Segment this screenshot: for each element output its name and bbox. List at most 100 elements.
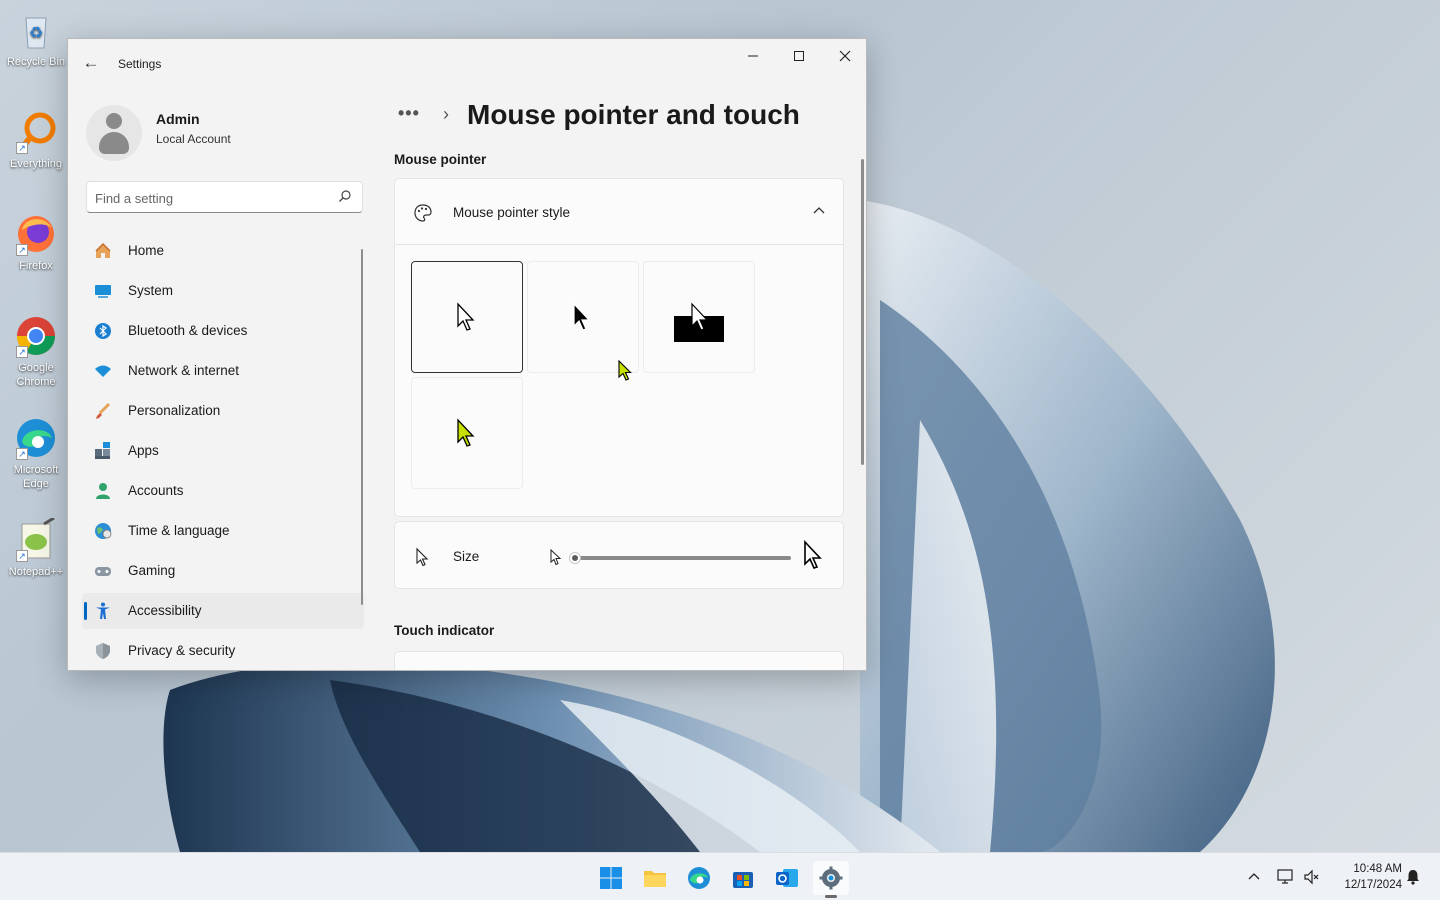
firefox-icon: ↗ bbox=[14, 212, 58, 256]
desktop-icon-edge[interactable]: ↗ Microsoft Edge bbox=[4, 416, 68, 491]
settings-window: ← Settings Admin Local Account Home Syst… bbox=[67, 38, 867, 671]
sidebar-item-label: Personalization bbox=[128, 403, 221, 418]
svg-text:♻: ♻ bbox=[29, 23, 43, 42]
network-icon[interactable] bbox=[1276, 867, 1296, 887]
recycle-bin-icon: ♻ bbox=[14, 8, 58, 52]
edge-icon: ↗ bbox=[14, 416, 58, 460]
taskbar-start-button[interactable] bbox=[593, 861, 629, 895]
page-title: Mouse pointer and touch bbox=[467, 99, 800, 130]
palette-icon bbox=[414, 204, 432, 222]
sidebar-item-label: Gaming bbox=[128, 563, 176, 578]
volume-muted-icon[interactable] bbox=[1302, 867, 1322, 887]
desktop-icon-recycle-bin[interactable]: ♻ Recycle Bin bbox=[4, 8, 68, 69]
minimize-button[interactable] bbox=[730, 39, 776, 73]
avatar bbox=[86, 105, 142, 161]
gamepad-icon bbox=[95, 567, 111, 576]
taskbar-outlook[interactable] bbox=[769, 861, 805, 895]
title-bar: ← Settings bbox=[68, 39, 866, 87]
taskbar-file-explorer[interactable] bbox=[637, 861, 673, 895]
desktop-icon-everything[interactable]: ↗ Everything bbox=[4, 110, 68, 171]
maximize-icon bbox=[794, 51, 804, 61]
slider-thumb[interactable] bbox=[569, 552, 581, 564]
desktop-icon-firefox[interactable]: ↗ Firefox bbox=[4, 212, 68, 273]
windows-start-icon bbox=[600, 867, 622, 889]
pointer-size-card: Size bbox=[394, 521, 844, 589]
pointer-size-slider[interactable] bbox=[569, 552, 791, 564]
store-icon bbox=[733, 872, 753, 888]
minimize-icon bbox=[748, 55, 758, 57]
sidebar-item-accessibility[interactable]: Accessibility bbox=[82, 593, 364, 629]
large-cursor-icon bbox=[804, 540, 822, 569]
sidebar-item-time-language[interactable]: Time & language bbox=[82, 513, 364, 549]
sidebar-item-network[interactable]: Network & internet bbox=[82, 353, 364, 389]
sidebar-item-system[interactable]: System bbox=[82, 273, 364, 309]
mouse-cursor-icon bbox=[618, 360, 632, 381]
desktop-icon-label: Recycle Bin bbox=[6, 56, 66, 68]
mouse-pointer-style-card: Mouse pointer style bbox=[394, 178, 844, 517]
pointer-style-black[interactable] bbox=[527, 261, 639, 373]
desktop-icon-chrome[interactable]: ↗ Google Chrome bbox=[4, 314, 68, 389]
black-cursor-icon bbox=[573, 302, 591, 331]
everything-icon: ↗ bbox=[14, 110, 58, 154]
notification-bell-icon[interactable] bbox=[1403, 867, 1423, 887]
desktop-icon-label: Notepad++ bbox=[8, 566, 64, 578]
system-icon bbox=[95, 285, 111, 298]
edge-icon bbox=[688, 867, 710, 889]
clock-time: 10:48 AM bbox=[1353, 863, 1402, 875]
taskbar-settings[interactable] bbox=[813, 861, 849, 898]
desktop-icon-label: Everything bbox=[10, 158, 62, 170]
section-title-mouse-pointer: Mouse pointer bbox=[394, 152, 487, 167]
pointer-size-icon bbox=[416, 547, 429, 567]
sidebar-item-personalization[interactable]: Personalization bbox=[82, 393, 364, 429]
sidebar-nav: Home System Bluetooth & devices Network … bbox=[82, 233, 364, 670]
section-title-touch-indicator: Touch indicator bbox=[394, 623, 495, 638]
shield-icon bbox=[96, 643, 110, 659]
app-title: Settings bbox=[118, 57, 162, 71]
small-cursor-icon bbox=[550, 549, 562, 566]
sidebar-item-bluetooth[interactable]: Bluetooth & devices bbox=[82, 313, 364, 349]
desktop-icon-label: Microsoft Edge bbox=[13, 464, 59, 490]
desktop-icon-notepadpp[interactable]: ↗ Notepad++ bbox=[4, 516, 68, 579]
taskbar-clock[interactable]: 10:48 AM 12/17/2024 bbox=[1330, 861, 1402, 893]
white-cursor-icon bbox=[457, 302, 475, 331]
accessibility-icon bbox=[96, 602, 110, 619]
pointer-style-inverted[interactable] bbox=[643, 261, 755, 373]
inverted-cursor-icon bbox=[674, 302, 724, 342]
search-input[interactable] bbox=[95, 188, 325, 208]
chrome-icon: ↗ bbox=[14, 314, 58, 358]
sidebar-item-label: Accounts bbox=[128, 483, 184, 498]
wifi-icon bbox=[95, 365, 111, 377]
sidebar-scrollbar[interactable] bbox=[361, 249, 363, 605]
back-button[interactable]: ← bbox=[80, 53, 102, 75]
mouse-pointer-style-label: Mouse pointer style bbox=[453, 205, 571, 220]
outlook-icon bbox=[776, 869, 798, 887]
sidebar-item-home[interactable]: Home bbox=[82, 233, 364, 269]
notepadpp-icon: ↗ bbox=[14, 516, 58, 562]
maximize-button[interactable] bbox=[776, 39, 822, 73]
sidebar-item-gaming[interactable]: Gaming bbox=[82, 553, 364, 589]
close-icon bbox=[839, 50, 851, 62]
home-icon bbox=[95, 242, 111, 258]
pointer-style-white[interactable] bbox=[411, 261, 523, 373]
mouse-pointer-style-header[interactable]: Mouse pointer style bbox=[395, 179, 843, 245]
main-scrollbar[interactable] bbox=[861, 159, 864, 465]
taskbar: 10:48 AM 12/17/2024 bbox=[0, 852, 1440, 900]
globe-icon bbox=[95, 523, 112, 539]
apps-icon bbox=[95, 442, 110, 459]
sidebar-item-apps[interactable]: Apps bbox=[82, 433, 364, 469]
sidebar-item-label: Privacy & security bbox=[128, 643, 236, 658]
pointer-size-label: Size bbox=[453, 549, 480, 564]
taskbar-edge[interactable] bbox=[681, 861, 717, 895]
chevron-up-icon[interactable] bbox=[1244, 867, 1264, 887]
close-button[interactable] bbox=[822, 39, 866, 73]
chevron-up-icon[interactable] bbox=[811, 203, 827, 219]
sidebar-item-privacy[interactable]: Privacy & security bbox=[82, 633, 364, 669]
search-icon[interactable] bbox=[338, 189, 352, 203]
search-box bbox=[86, 181, 363, 213]
sidebar-item-accounts[interactable]: Accounts bbox=[82, 473, 364, 509]
taskbar-store[interactable] bbox=[725, 861, 761, 895]
touch-indicator-card[interactable] bbox=[394, 651, 844, 670]
pointer-style-custom[interactable] bbox=[411, 377, 523, 489]
profile-name: Admin bbox=[156, 111, 200, 127]
breadcrumb-more-button[interactable]: ••• bbox=[398, 103, 420, 124]
